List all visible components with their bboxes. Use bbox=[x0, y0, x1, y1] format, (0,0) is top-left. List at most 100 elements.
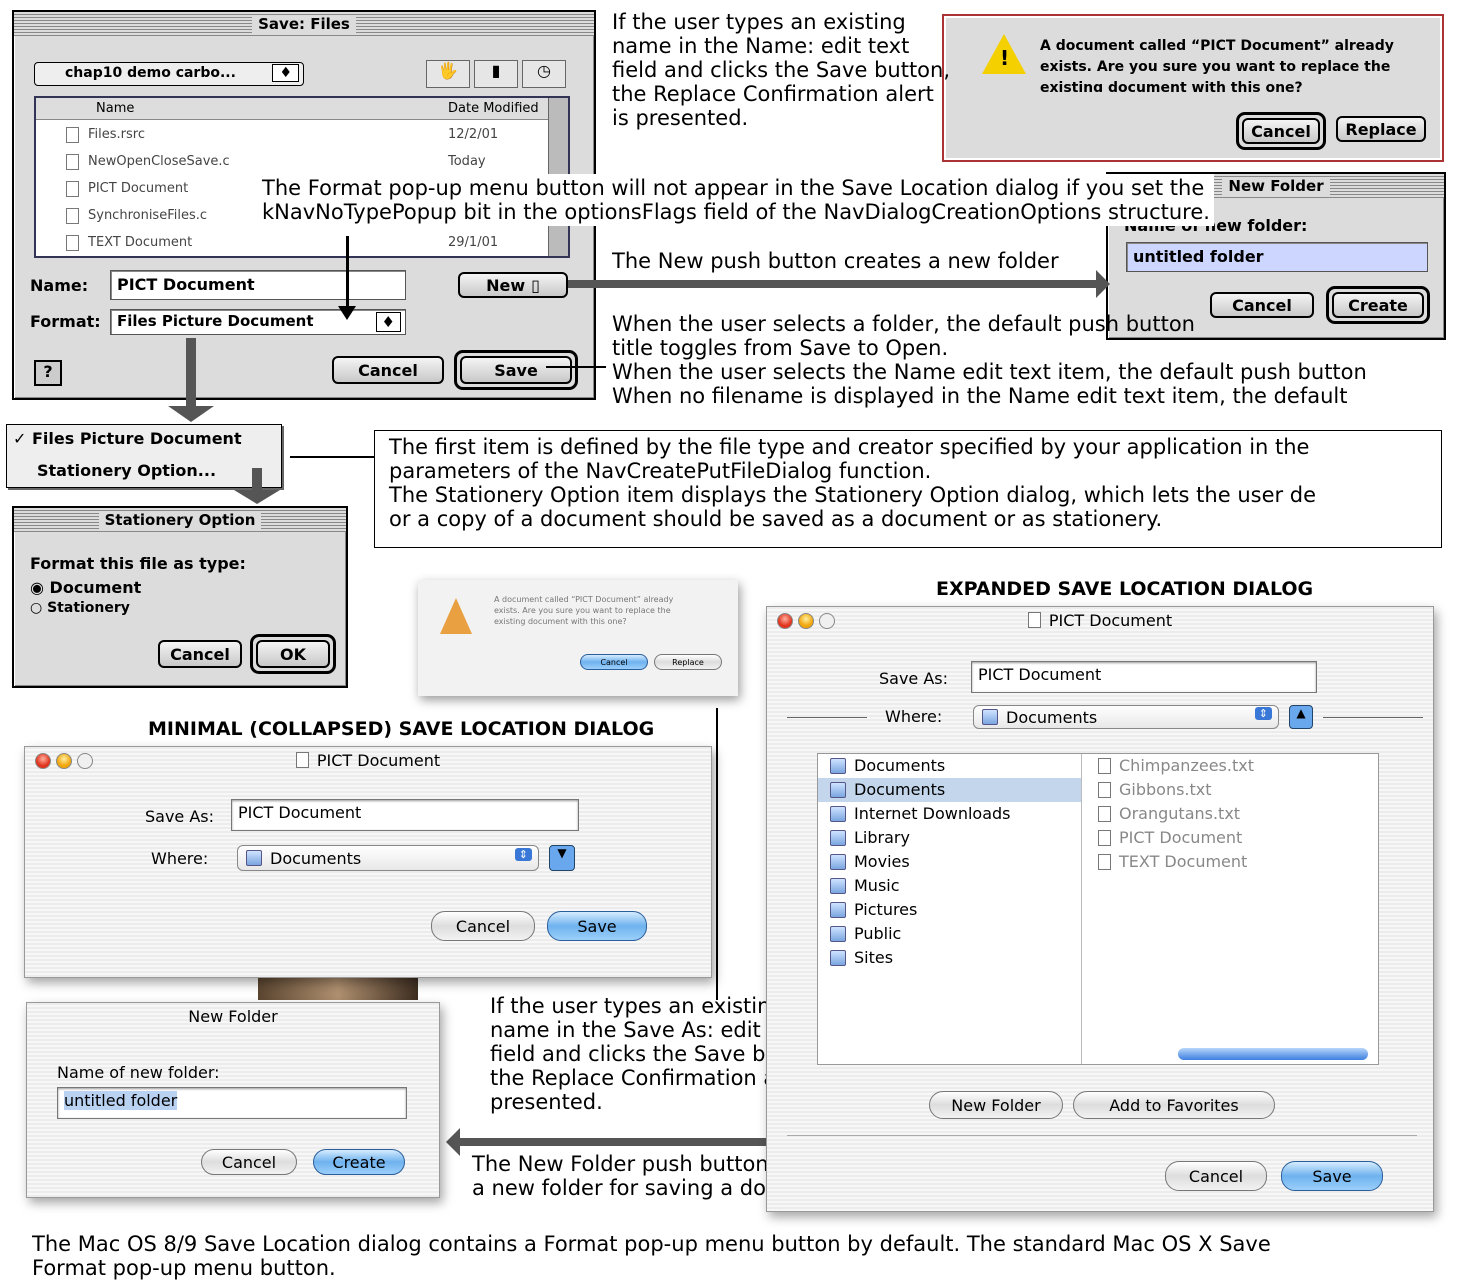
cancel-button[interactable]: Cancel bbox=[158, 640, 242, 668]
list-item[interactable]: Gibbons.txt bbox=[1098, 778, 1368, 802]
dialog-title: Stationery Option bbox=[98, 511, 262, 529]
note-replace-os9: If the user types an existing name in the… bbox=[612, 10, 951, 130]
horizontal-scrollbar[interactable] bbox=[1178, 1048, 1368, 1060]
folder-icon bbox=[982, 709, 998, 725]
note-format-popup: The Format pop-up menu button will not a… bbox=[258, 174, 1214, 226]
arrow-new bbox=[568, 280, 1098, 288]
folder-name-field[interactable]: untitled folder bbox=[57, 1087, 407, 1119]
save-button[interactable]: Save bbox=[547, 911, 647, 941]
cancel-button[interactable]: Cancel bbox=[1165, 1161, 1267, 1191]
where-popup[interactable]: Documents ⇕ bbox=[237, 845, 539, 871]
replace-button[interactable]: Replace bbox=[654, 654, 722, 670]
file-row[interactable]: Files.rsrc 12/2/01 bbox=[36, 122, 548, 149]
document-icon bbox=[295, 752, 309, 768]
folder-name-field[interactable]: untitled folder bbox=[1126, 242, 1428, 272]
format-popup[interactable]: Files Picture Document ♦ bbox=[110, 309, 406, 335]
list-item[interactable]: PICT Document bbox=[1098, 826, 1368, 850]
ok-button-ring: OK bbox=[250, 634, 336, 674]
name-field[interactable]: PICT Document bbox=[110, 270, 406, 300]
create-button[interactable]: Create bbox=[313, 1149, 405, 1175]
osx-expanded-save-dialog: PICT Document Save As: PICT Document Whe… bbox=[766, 606, 1434, 1212]
list-item[interactable]: Library bbox=[818, 826, 1081, 850]
file-row[interactable]: TEXT Document 29/1/01 bbox=[36, 230, 548, 257]
note-first-item: The first item is defined by the file ty… bbox=[374, 430, 1442, 548]
checkmark-icon: ✓ bbox=[13, 429, 27, 448]
ok-button[interactable]: OK bbox=[256, 640, 330, 668]
arrow-format-head bbox=[338, 306, 356, 320]
list-item[interactable]: Music bbox=[818, 874, 1081, 898]
cancel-button[interactable]: Cancel bbox=[1242, 118, 1320, 144]
file-row[interactable]: NewOpenCloseSave.c Today bbox=[36, 149, 548, 176]
arrow-save bbox=[546, 366, 606, 368]
heading-expanded: EXPANDED SAVE LOCATION DIALOG bbox=[936, 578, 1314, 600]
save-button[interactable]: Save bbox=[1281, 1161, 1383, 1191]
popup-arrow-icon: ♦ bbox=[375, 312, 401, 332]
list-item[interactable]: Pictures bbox=[818, 898, 1081, 922]
list-item[interactable]: Sites bbox=[818, 946, 1081, 970]
favorites-button-icon[interactable]: ▮ bbox=[474, 60, 518, 88]
cancel-button[interactable]: Cancel bbox=[332, 356, 444, 384]
window-title: New Folder bbox=[188, 1006, 278, 1026]
save-as-label: Save As: bbox=[879, 669, 949, 688]
save-button[interactable]: Save bbox=[460, 356, 572, 384]
note-new-button: The New push button creates a new folder bbox=[612, 249, 1059, 273]
col-name[interactable]: Name bbox=[96, 101, 134, 116]
list-item[interactable]: Internet Downloads bbox=[818, 802, 1081, 826]
recent-button-icon[interactable]: ◷ bbox=[522, 60, 566, 88]
folder-icon: ▯ bbox=[531, 275, 540, 295]
document-icon bbox=[1027, 612, 1041, 628]
column-header: Name Date Modified bbox=[36, 98, 568, 120]
where-popup[interactable]: Documents ⇕ bbox=[973, 705, 1279, 729]
folder-icon bbox=[246, 850, 262, 866]
expand-button[interactable]: ▼ bbox=[549, 845, 575, 871]
list-item[interactable]: TEXT Document bbox=[1098, 850, 1368, 874]
browser-column-2: Chimpanzees.txt Gibbons.txt Orangutans.t… bbox=[1098, 754, 1368, 874]
help-button[interactable]: ? bbox=[34, 360, 62, 386]
list-item[interactable]: Movies bbox=[818, 850, 1081, 874]
arrow-alert-up bbox=[716, 708, 718, 1000]
heading-minimal: MINIMAL (COLLAPSED) SAVE LOCATION DIALOG bbox=[148, 718, 655, 740]
list-item[interactable]: Chimpanzees.txt bbox=[1098, 754, 1368, 778]
list-item[interactable]: Documents bbox=[818, 754, 1081, 778]
col-date[interactable]: Date Modified bbox=[448, 101, 539, 116]
window-title: PICT Document bbox=[316, 750, 441, 770]
new-folder-button[interactable]: New Folder bbox=[929, 1091, 1063, 1119]
popup-arrow-icon: ♦ bbox=[272, 64, 299, 82]
cancel-button[interactable]: Cancel bbox=[431, 911, 535, 941]
note-default-button: When the user selects a folder, the defa… bbox=[612, 312, 1367, 408]
format-prompt: Format this file as type: bbox=[30, 554, 246, 573]
menu-item-stationery[interactable]: Stationery Option... bbox=[37, 461, 216, 480]
window-title: PICT Document bbox=[1048, 610, 1173, 630]
save-as-field[interactable]: PICT Document bbox=[231, 799, 579, 831]
osx-new-folder-dialog: New Folder Name of new folder: untitled … bbox=[26, 1002, 440, 1198]
cancel-button[interactable]: Cancel bbox=[201, 1149, 297, 1175]
app-icon bbox=[440, 598, 472, 634]
save-button-ring: Save bbox=[454, 350, 578, 390]
where-label: Where: bbox=[151, 849, 209, 868]
alert-message: A document called “PICT Document” alread… bbox=[494, 595, 674, 626]
radio-off-icon: ○ bbox=[30, 600, 43, 616]
replace-button[interactable]: Replace bbox=[1336, 116, 1426, 142]
cancel-button[interactable]: Cancel bbox=[580, 654, 648, 670]
arrow-newfolder-head bbox=[446, 1128, 460, 1156]
radio-stationery[interactable]: ○ Stationery bbox=[30, 600, 130, 616]
collapse-button[interactable]: ▲ bbox=[1289, 705, 1313, 729]
arrow-stationery-head bbox=[234, 490, 280, 504]
osx-replace-alert-thumbnail: A document called “PICT Document” alread… bbox=[418, 580, 738, 696]
new-button[interactable]: New ▯ bbox=[458, 272, 568, 298]
arrow-new-head bbox=[1096, 270, 1110, 298]
list-item-selected[interactable]: Documents bbox=[818, 778, 1081, 802]
arrow-format bbox=[346, 236, 349, 314]
menu-item-files-picture[interactable]: ✓ Files Picture Document bbox=[13, 429, 242, 448]
add-to-favorites-button[interactable]: Add to Favorites bbox=[1073, 1091, 1275, 1119]
location-popup[interactable]: chap10 demo carbo... ♦ bbox=[34, 62, 304, 86]
shortcuts-button-icon[interactable]: 🖐 bbox=[426, 60, 470, 88]
browser-column-1: Documents Documents Internet Downloads L… bbox=[818, 754, 1082, 1064]
browser-pane[interactable]: Documents Documents Internet Downloads L… bbox=[817, 753, 1379, 1065]
list-item[interactable]: Public bbox=[818, 922, 1081, 946]
arrow-menu-head bbox=[168, 406, 214, 422]
stationery-dialog: Stationery Option Format this file as ty… bbox=[12, 506, 348, 688]
radio-document[interactable]: ◉ Document bbox=[30, 578, 141, 597]
list-item[interactable]: Orangutans.txt bbox=[1098, 802, 1368, 826]
save-as-field[interactable]: PICT Document bbox=[971, 661, 1317, 693]
